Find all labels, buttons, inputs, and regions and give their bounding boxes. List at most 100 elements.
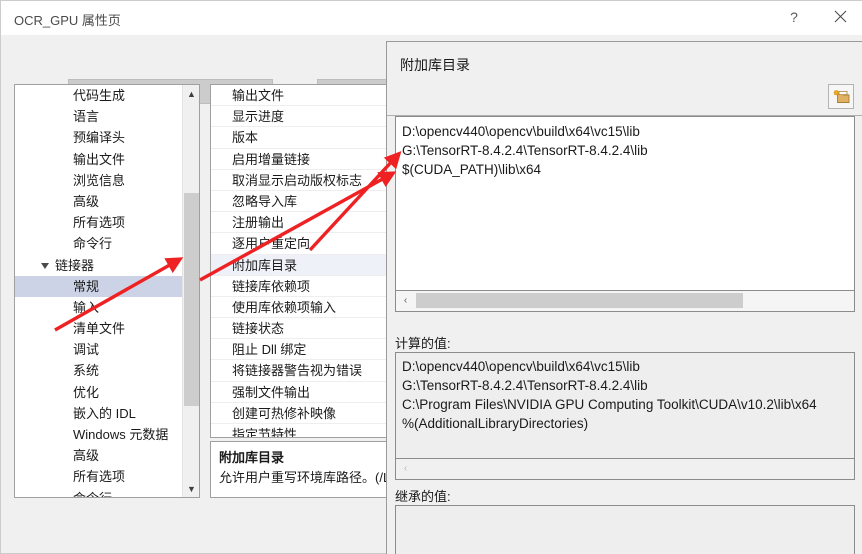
property-list[interactable]: 输出文件显示进度版本启用增量链接取消显示启动版权标志 忽略导入库注册输出逐用户重定… [210, 84, 397, 438]
additional-library-directories-dialog: 附加库目录 D:\opencv440\opencv\build\x64\vc15… [386, 41, 862, 554]
window-title: OCR_GPU 属性页 [14, 13, 121, 28]
tree-item-label: 预编译头 [73, 130, 126, 146]
property-row[interactable]: 链接状态 [211, 318, 396, 340]
tree-item[interactable]: Windows 元数据 [15, 424, 199, 445]
calculated-value-line: %(AdditionalLibraryDirectories) [402, 416, 589, 431]
description-title: 附加库目录 [219, 450, 285, 465]
tree-item[interactable]: 链接器 [15, 255, 199, 276]
property-row[interactable]: 输出文件 [211, 85, 396, 107]
tree-item[interactable]: 预编译头 [15, 127, 199, 148]
dialog-title: 附加库目录 [400, 57, 470, 73]
tree-item-label: 高级 [73, 193, 100, 209]
property-row-label: 显示进度 [232, 109, 285, 125]
property-row[interactable]: 显示进度 [211, 106, 396, 128]
dialog-toolbar [387, 82, 862, 116]
property-row[interactable]: 阻止 Dll 绑定 [211, 339, 396, 361]
property-row-label: 取消显示启动版权标志 [232, 172, 363, 188]
settings-tree-items: 代码生成 语言 预编译头 输出文件 浏览信息 高级 所有选项 命令行 链接器 常规 输入 清单文件 调试… [15, 85, 199, 497]
tree-scrollbar-thumb[interactable] [184, 193, 199, 406]
property-row[interactable]: 忽略导入库 [211, 191, 396, 213]
calculated-value-line: D:\opencv440\opencv\build\x64\vc15\lib [402, 359, 640, 374]
tree-item-label: 高级 [73, 448, 100, 464]
property-row-label: 忽略导入库 [232, 193, 298, 209]
tree-item-label: 优化 [73, 384, 100, 400]
tree-item-label: 命令行 [73, 236, 113, 252]
scroll-up-icon[interactable]: ▲ [183, 85, 199, 102]
library-directory-line: G:\TensorRT-8.4.2.4\TensorRT-8.4.2.4\lib [402, 143, 648, 158]
tree-item[interactable]: 命令行 [15, 488, 199, 497]
tree-item[interactable]: 嵌入的 IDL [15, 403, 199, 424]
tree-item[interactable]: 输入 [15, 297, 199, 318]
tree-item-label: 输入 [73, 299, 100, 315]
scroll-down-icon[interactable]: ▼ [183, 480, 199, 497]
editor-horizontal-scrollbar[interactable]: ‹ [395, 291, 855, 312]
property-row[interactable]: 指定节特性 [211, 424, 396, 438]
tree-item-label: 链接器 [55, 257, 95, 273]
property-row-label: 创建可热修补映像 [232, 405, 337, 421]
property-row-label: 指定节特性 [232, 427, 298, 438]
tree-item[interactable]: 命令行 [15, 233, 199, 254]
tree-item[interactable]: 常规 [15, 275, 199, 297]
property-row[interactable]: 启用增量链接 [211, 149, 396, 170]
tree-item[interactable]: 所有选项 [15, 212, 199, 233]
tree-item[interactable]: 高级 [15, 191, 199, 212]
property-row-label: 使用库依赖项输入 [232, 299, 337, 315]
settings-tree[interactable]: 代码生成 语言 预编译头 输出文件 浏览信息 高级 所有选项 命令行 链接器 常规 输入 清单文件 调试… [14, 84, 200, 498]
tree-item-label: 常规 [73, 278, 100, 294]
property-row-label: 强制文件输出 [232, 384, 311, 400]
tree-vertical-scrollbar[interactable]: ▲ ▼ [182, 85, 199, 497]
title-bar: OCR_GPU 属性页 ? [1, 1, 862, 35]
tree-item-label: Windows 元数据 [73, 427, 169, 442]
property-row-label: 输出文件 [232, 88, 285, 103]
scroll-left-icon-calculated[interactable]: ‹ [396, 459, 415, 478]
tree-item-label: 清单文件 [73, 321, 126, 337]
tree-item[interactable]: 系统 [15, 360, 199, 381]
calculated-value-box: D:\opencv440\opencv\build\x64\vc15\lib G:… [395, 352, 855, 459]
property-row[interactable]: 强制文件输出 [211, 382, 396, 403]
chevron-down-icon[interactable] [41, 262, 49, 269]
property-row[interactable]: 附加库目录 [211, 254, 396, 276]
description-body: 允许用户重写环境库路径。(/LIB [219, 470, 397, 485]
tree-item[interactable]: 高级 [15, 445, 199, 466]
property-row-label: 逐用户重定向 [232, 236, 311, 252]
property-row[interactable]: 注册输出 [211, 212, 396, 234]
calculated-value-line: C:\Program Files\NVIDIA GPU Computing To… [402, 397, 817, 412]
calculated-value-line: G:\TensorRT-8.4.2.4\TensorRT-8.4.2.4\lib [402, 378, 648, 393]
property-row[interactable]: 取消显示启动版权标志 [211, 170, 396, 191]
tree-item-label: 嵌入的 IDL [73, 405, 136, 421]
tree-item-label: 代码生成 [73, 88, 126, 103]
property-row-label: 版本 [232, 130, 259, 146]
tree-item[interactable]: 浏览信息 [15, 170, 199, 191]
property-row[interactable]: 创建可热修补映像 [211, 403, 396, 424]
library-directories-editor[interactable]: D:\opencv440\opencv\build\x64\vc15\lib G:… [395, 116, 855, 291]
property-row-label: 启用增量链接 [232, 151, 311, 167]
help-button[interactable]: ? [771, 1, 817, 32]
tree-item-label: 所有选项 [73, 215, 126, 231]
inherited-value-box [395, 505, 855, 554]
property-row[interactable]: 链接库依赖项 [211, 276, 396, 297]
property-row[interactable]: 将链接器警告视为错误 [211, 360, 396, 382]
calculated-horizontal-scrollbar[interactable]: ‹ [395, 459, 855, 480]
tree-item-label: 语言 [73, 109, 100, 125]
scroll-left-icon[interactable]: ‹ [396, 291, 415, 310]
tree-item[interactable]: 输出文件 [15, 149, 199, 170]
tree-item-label: 系统 [73, 363, 100, 379]
property-row-label: 附加库目录 [232, 257, 298, 273]
tree-item[interactable]: 语言 [15, 106, 199, 127]
tree-item[interactable]: 调试 [15, 339, 199, 360]
close-button[interactable] [817, 1, 862, 32]
tree-item[interactable]: 所有选项 [15, 466, 199, 487]
property-row[interactable]: 逐用户重定向 [211, 233, 396, 255]
editor-scrollbar-thumb[interactable] [416, 293, 743, 308]
screen: OCR_GPU 属性页 ? 配置(C): Release ▾ 平台(P): x6… [0, 0, 862, 554]
property-row[interactable]: 版本 [211, 127, 396, 149]
new-folder-button[interactable] [828, 84, 854, 109]
close-icon [834, 10, 846, 23]
description-panel: 附加库目录 允许用户重写环境库路径。(/LIB [210, 441, 397, 498]
property-row-label: 注册输出 [232, 215, 285, 231]
library-directory-line: $(CUDA_PATH)\lib\x64 [402, 162, 542, 177]
tree-item[interactable]: 清单文件 [15, 318, 199, 339]
tree-item[interactable]: 代码生成 [15, 85, 199, 106]
property-row[interactable]: 使用库依赖项输入 [211, 297, 396, 319]
tree-item[interactable]: 优化 [15, 382, 199, 403]
